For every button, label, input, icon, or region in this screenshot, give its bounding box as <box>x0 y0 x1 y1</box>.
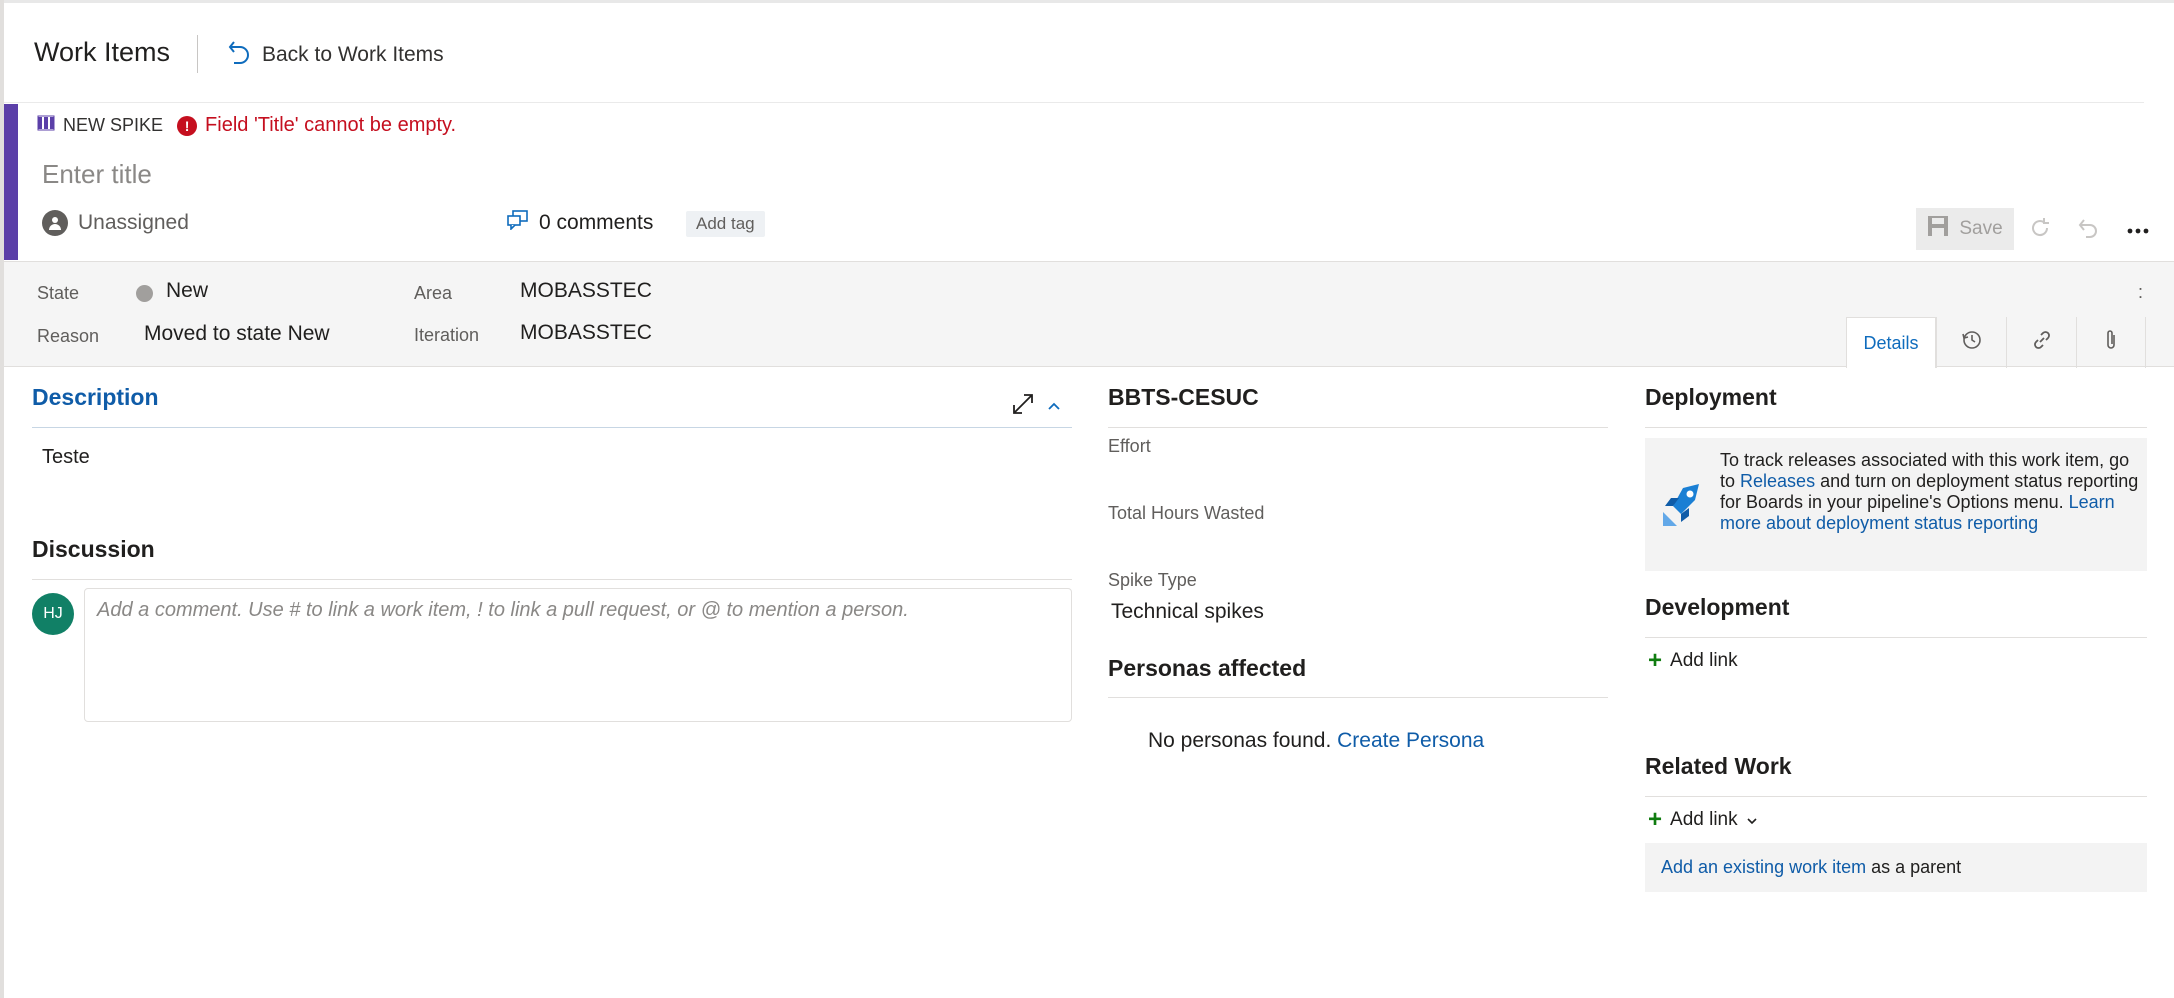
reason-value[interactable]: Moved to state New <box>144 322 330 346</box>
custom-group-heading: BBTS-CESUC <box>1108 384 1259 410</box>
spike-type-value[interactable]: Technical spikes <box>1111 600 1264 624</box>
personas-divider <box>1108 697 1608 698</box>
discussion-heading: Discussion <box>32 536 155 562</box>
related-work-divider <box>1645 796 2147 797</box>
work-item-header: NEW SPIKE ! Field 'Title' cannot be empt… <box>4 104 2174 260</box>
undo-icon <box>2078 217 2100 244</box>
undo-button[interactable] <box>2075 216 2103 244</box>
deployment-divider <box>1645 427 2147 428</box>
spike-icon <box>37 115 55 136</box>
header-divider <box>197 35 198 73</box>
work-item-type-label: NEW SPIKE <box>63 115 164 135</box>
tab-attachments[interactable] <box>2076 317 2146 368</box>
comment-input[interactable] <box>84 588 1072 722</box>
description-text[interactable]: Teste <box>42 446 90 469</box>
create-persona-link[interactable]: Create Persona <box>1337 729 1484 752</box>
refresh-icon <box>2029 217 2051 244</box>
state-dot-icon <box>136 285 153 302</box>
personas-heading: Personas affected <box>1108 655 1307 681</box>
page-title: Work Items <box>34 37 171 67</box>
effort-field[interactable] <box>1111 460 1601 488</box>
related-work-heading: Related Work <box>1645 753 1792 779</box>
page-tabs: Details <box>1846 317 2146 368</box>
title-input[interactable] <box>42 154 1442 194</box>
effort-label: Effort <box>1108 436 1151 456</box>
fields-more-button[interactable]: : <box>2138 282 2143 303</box>
tab-history[interactable] <box>1936 317 2006 368</box>
total-hours-label: Total Hours Wasted <box>1108 503 1265 523</box>
history-icon <box>1961 329 1983 356</box>
tab-details[interactable]: Details <box>1846 317 1936 368</box>
add-parent-hint: Add an existing work item as a parent <box>1645 843 2147 892</box>
area-label: Area <box>414 283 453 303</box>
personas-empty: No personas found. Create Persona <box>1148 729 1484 753</box>
back-label: Back to Work Items <box>262 42 444 66</box>
save-label: Save <box>1959 218 2003 239</box>
save-icon <box>1927 215 1949 243</box>
assignee-label: Unassigned <box>78 211 189 234</box>
rocket-icon <box>1659 482 1705 535</box>
spike-type-label: Spike Type <box>1108 570 1197 590</box>
discussion-divider <box>32 579 1072 580</box>
deployment-heading: Deployment <box>1645 384 1777 410</box>
iteration-value[interactable]: MOBASSTEC <box>520 321 652 345</box>
state-value[interactable]: New <box>166 279 208 303</box>
releases-link[interactable]: Releases <box>1740 471 1815 491</box>
development-divider <box>1645 637 2147 638</box>
attachment-icon <box>2103 329 2119 356</box>
collapse-chevron-icon[interactable] <box>1047 398 1061 416</box>
iteration-label: Iteration <box>414 325 480 345</box>
related-work-add-link-label: Add link <box>1670 809 1738 830</box>
plus-icon: + <box>1648 647 1663 674</box>
work-item-type: NEW SPIKE ! Field 'Title' cannot be empt… <box>37 114 456 137</box>
add-existing-work-item-link[interactable]: Add an existing work item <box>1661 857 1866 877</box>
deployment-info: To track releases associated with this w… <box>1645 438 2147 571</box>
related-work-add-link-button[interactable]: + Add link <box>1648 806 1758 833</box>
unassigned-avatar-icon <box>42 210 68 236</box>
work-item-fields: State New Reason Moved to state New Area… <box>4 261 2174 368</box>
expand-icon[interactable] <box>1012 393 1034 420</box>
area-value[interactable]: MOBASSTEC <box>520 279 652 303</box>
comments-icon <box>507 210 529 236</box>
work-item-type-color-bar <box>4 104 18 260</box>
development-heading: Development <box>1645 594 1790 620</box>
deployment-text: To track releases associated with this w… <box>1720 450 2140 534</box>
custom-group-divider <box>1108 427 1608 428</box>
comments-link[interactable]: 0 comments <box>507 210 653 236</box>
tab-links[interactable] <box>2006 317 2076 368</box>
back-to-work-items-link[interactable]: Back to Work Items <box>228 39 444 70</box>
back-arrow-icon <box>228 39 250 70</box>
save-button[interactable]: Save <box>1916 208 2014 250</box>
total-hours-field[interactable] <box>1111 527 1601 555</box>
avatar: HJ <box>32 593 74 635</box>
add-parent-suffix: as a parent <box>1871 857 1962 877</box>
plus-icon: + <box>1648 806 1663 833</box>
refresh-button[interactable] <box>2026 216 2054 244</box>
more-actions-button[interactable] <box>2124 216 2152 244</box>
page-header: Work Items Back to Work Items <box>4 3 2144 103</box>
development-add-link-button[interactable]: + Add link <box>1648 647 1738 674</box>
title-error: ! Field 'Title' cannot be empty. <box>177 114 456 137</box>
error-message: Field 'Title' cannot be empty. <box>205 114 457 136</box>
description-divider <box>32 427 1072 428</box>
reason-label: Reason <box>37 326 100 346</box>
assignee-picker[interactable]: Unassigned <box>42 210 189 236</box>
comments-count: 0 comments <box>539 211 654 234</box>
more-icon <box>2127 221 2149 239</box>
personas-empty-text: No personas found. <box>1148 729 1332 752</box>
link-icon <box>2031 329 2053 356</box>
description-heading[interactable]: Description <box>32 384 159 411</box>
chevron-down-icon <box>1746 809 1758 831</box>
state-label: State <box>37 283 80 303</box>
development-add-link-label: Add link <box>1670 650 1738 671</box>
error-icon: ! <box>177 115 198 136</box>
add-tag-button[interactable]: Add tag <box>686 211 765 237</box>
